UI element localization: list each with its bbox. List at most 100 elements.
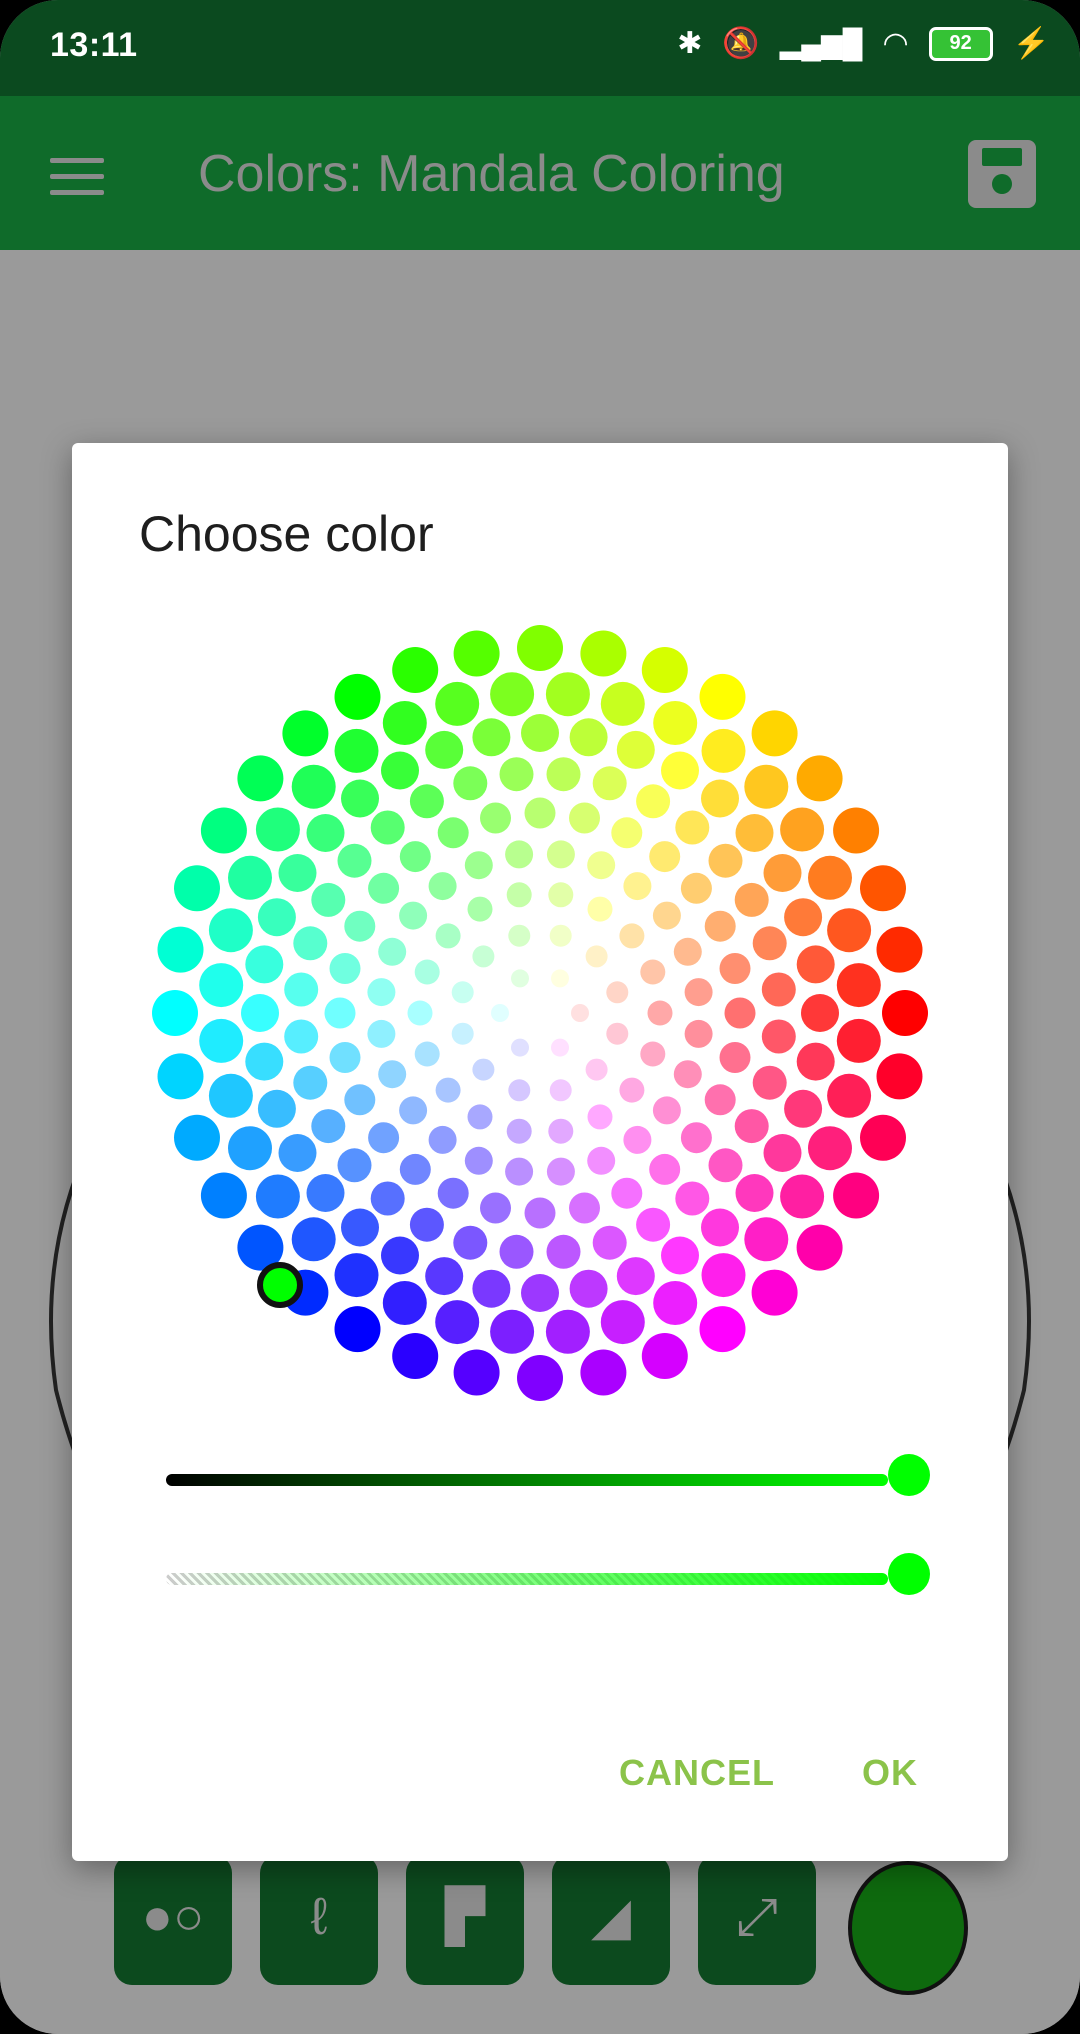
color-dot[interactable] bbox=[453, 630, 500, 677]
color-dot[interactable] bbox=[600, 1300, 645, 1345]
color-dot[interactable] bbox=[306, 814, 345, 852]
color-dot[interactable] bbox=[701, 1253, 746, 1298]
brightness-thumb[interactable] bbox=[888, 1454, 930, 1496]
color-dot[interactable] bbox=[472, 1269, 511, 1308]
color-dot[interactable] bbox=[784, 1089, 823, 1128]
color-dot[interactable] bbox=[399, 901, 428, 930]
color-dot[interactable] bbox=[549, 924, 572, 947]
alpha-slider[interactable] bbox=[166, 1553, 1006, 1595]
color-dot[interactable] bbox=[199, 1018, 244, 1063]
color-dot[interactable] bbox=[649, 841, 681, 873]
alpha-thumb[interactable] bbox=[888, 1553, 930, 1595]
color-dot[interactable] bbox=[836, 963, 881, 1008]
color-dot[interactable] bbox=[860, 1114, 906, 1161]
color-dot[interactable] bbox=[752, 1065, 787, 1100]
color-dot[interactable] bbox=[278, 854, 317, 892]
color-dot[interactable] bbox=[174, 865, 220, 912]
color-dot[interactable] bbox=[228, 855, 272, 900]
color-dot[interactable] bbox=[453, 1349, 500, 1396]
color-dot[interactable] bbox=[508, 1079, 531, 1102]
color-dot[interactable] bbox=[344, 1084, 376, 1116]
color-dot[interactable] bbox=[734, 1109, 769, 1144]
color-dot[interactable] bbox=[571, 1004, 589, 1022]
color-dot[interactable] bbox=[647, 1000, 673, 1026]
color-dot[interactable] bbox=[508, 924, 531, 947]
color-dot[interactable] bbox=[435, 1077, 461, 1103]
color-dot[interactable] bbox=[684, 978, 713, 1007]
color-dot[interactable] bbox=[551, 1038, 569, 1057]
color-dot[interactable] bbox=[876, 1053, 923, 1100]
color-dot[interactable] bbox=[451, 1022, 474, 1045]
color-dot[interactable] bbox=[545, 672, 590, 717]
color-dot[interactable] bbox=[341, 779, 379, 818]
brush-tool-button[interactable]: ℓ bbox=[260, 1855, 378, 1985]
color-dot[interactable] bbox=[546, 840, 575, 869]
color-dot[interactable] bbox=[370, 1181, 405, 1216]
color-dot[interactable] bbox=[611, 1177, 643, 1209]
color-dot[interactable] bbox=[551, 969, 569, 988]
fullscreen-button[interactable]: ⤢ bbox=[698, 1855, 816, 1985]
current-color-button[interactable] bbox=[848, 1861, 968, 1995]
color-dot[interactable] bbox=[784, 898, 823, 937]
color-dot[interactable] bbox=[511, 1038, 529, 1057]
color-dot[interactable] bbox=[649, 1153, 681, 1185]
color-dot[interactable] bbox=[569, 1269, 608, 1308]
color-dot[interactable] bbox=[517, 625, 563, 671]
color-dot[interactable] bbox=[780, 807, 825, 852]
color-dot[interactable] bbox=[616, 1257, 655, 1296]
color-dot[interactable] bbox=[200, 807, 247, 854]
eraser-tool-button[interactable]: ◢ bbox=[552, 1855, 670, 1985]
cancel-button[interactable]: CANCEL bbox=[619, 1752, 775, 1794]
color-dot[interactable] bbox=[284, 972, 319, 1007]
color-dot[interactable] bbox=[585, 945, 608, 968]
color-dot[interactable] bbox=[414, 1041, 440, 1067]
color-dot[interactable] bbox=[699, 673, 746, 720]
color-dot[interactable] bbox=[291, 1217, 336, 1262]
color-dot[interactable] bbox=[490, 672, 535, 717]
color-dot[interactable] bbox=[680, 1122, 712, 1154]
color-dot[interactable] bbox=[827, 1073, 872, 1118]
color-dot[interactable] bbox=[381, 751, 419, 790]
color-dot[interactable] bbox=[796, 1042, 835, 1081]
color-dot[interactable] bbox=[399, 1096, 428, 1125]
color-dot[interactable] bbox=[661, 751, 699, 790]
color-dot[interactable] bbox=[334, 1306, 381, 1353]
color-dot[interactable] bbox=[708, 843, 743, 878]
color-dot[interactable] bbox=[882, 990, 928, 1036]
color-dot[interactable] bbox=[407, 1000, 433, 1026]
color-dot[interactable] bbox=[499, 1234, 534, 1269]
color-dot[interactable] bbox=[592, 766, 627, 801]
color-dot[interactable] bbox=[428, 1125, 457, 1154]
color-dot[interactable] bbox=[324, 997, 356, 1029]
color-dot[interactable] bbox=[796, 945, 835, 984]
color-dot[interactable] bbox=[744, 764, 789, 809]
color-dot[interactable] bbox=[546, 1157, 575, 1186]
color-dot[interactable] bbox=[569, 802, 600, 834]
color-dot[interactable] bbox=[833, 1172, 880, 1219]
color-dot[interactable] bbox=[701, 779, 739, 818]
color-dot[interactable] bbox=[661, 1236, 699, 1275]
color-dot[interactable] bbox=[435, 923, 461, 949]
color-dot[interactable] bbox=[278, 1134, 317, 1172]
color-dot[interactable] bbox=[382, 1281, 427, 1325]
color-dot[interactable] bbox=[623, 872, 652, 901]
color-dot[interactable] bbox=[453, 766, 488, 801]
color-wheel[interactable] bbox=[140, 613, 940, 1413]
color-dot[interactable] bbox=[744, 1217, 789, 1262]
color-dot[interactable] bbox=[606, 1022, 629, 1045]
color-dot[interactable] bbox=[228, 1126, 272, 1171]
menu-icon[interactable] bbox=[50, 158, 104, 206]
color-dot[interactable] bbox=[517, 1355, 563, 1401]
color-dot[interactable] bbox=[344, 910, 376, 942]
color-dot[interactable] bbox=[704, 910, 736, 942]
color-dot[interactable] bbox=[751, 1269, 798, 1316]
color-dot[interactable] bbox=[524, 1197, 556, 1229]
color-dot[interactable] bbox=[833, 807, 880, 854]
color-dot[interactable] bbox=[606, 981, 629, 1004]
color-dot[interactable] bbox=[724, 997, 756, 1029]
color-dot[interactable] bbox=[257, 898, 296, 937]
color-dot[interactable] bbox=[761, 1019, 796, 1054]
color-dot[interactable] bbox=[548, 882, 574, 908]
color-dot[interactable] bbox=[480, 802, 511, 834]
color-dot[interactable] bbox=[237, 755, 284, 802]
